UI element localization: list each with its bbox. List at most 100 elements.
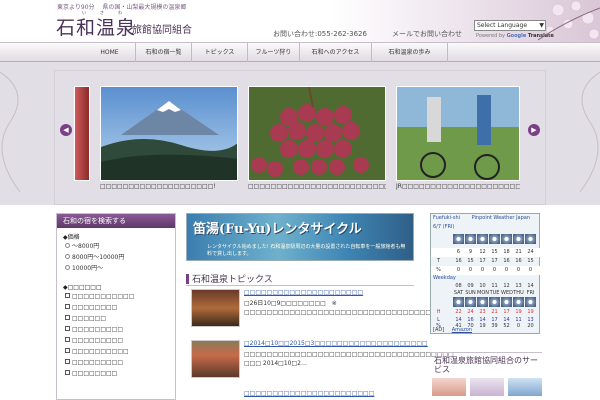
weather-sun-icon (477, 234, 488, 244)
hero-slide-grapes[interactable] (248, 86, 386, 181)
weather-sun-icon (465, 297, 476, 307)
weather-cell: 19 (479, 323, 486, 329)
google-logo: Google (506, 33, 527, 39)
weather-header: Fuefuki-shi Pinpoint Weather Japan (431, 214, 539, 223)
weather-cell: 9 (468, 249, 473, 255)
service-thumbnails[interactable] (432, 378, 542, 396)
checkbox-icon[interactable] (65, 337, 70, 342)
weather-sun-icon (477, 297, 488, 307)
weather-cell: 12 (479, 249, 486, 255)
weather-cell: 24 (527, 249, 534, 255)
rental-cycle-banner[interactable]: 笛湯(Fu-Yu)レンタサイクル レンタサイクル始めました! 石和温泉駅周辺の大… (186, 213, 414, 261)
hero-caption[interactable]: JR□□□□□□□□□□□□□□□□□□□□□ (396, 183, 520, 190)
topic-thumbnail[interactable] (191, 289, 240, 327)
hero-caption[interactable]: □□□□□□□□□□□□□□□□□□□□! (100, 183, 238, 190)
banner-text: レンタサイクル始めました! 石和温泉駅周辺の大量の設置された自転車を一般旅館者も… (207, 244, 406, 257)
nav-home[interactable]: HOME (84, 43, 136, 62)
radio-icon[interactable] (65, 243, 70, 248)
price-option[interactable]: 8000円～10000円 (57, 252, 175, 263)
checkbox-icon[interactable] (65, 293, 70, 298)
contact-phone: お問い合わせ:055-262-3626 (273, 30, 367, 38)
feature-option[interactable]: □□□□□□□□□ (57, 357, 175, 368)
price-heading: ◆価格 (63, 234, 80, 241)
price-option[interactable]: 10000円～ (57, 263, 175, 274)
amazon-link[interactable]: Amazon (452, 327, 472, 333)
weather-hours-row: 6 9 12 15 18 21 24 (431, 248, 541, 257)
nav-access[interactable]: 石和へのアクセス (300, 43, 372, 62)
topic-link[interactable]: □2014□10□□2015□3□□□□□□□□□□□□□□□□□□□□ (244, 340, 428, 347)
topic-item: □2014□10□□2015□3□□□□□□□□□□□□□□□□□□□□ □□□… (188, 340, 460, 382)
feature-option[interactable]: □□□□□□□□ (57, 302, 175, 313)
weather-sun-icon (501, 297, 512, 307)
weather-cell: 16 (455, 258, 462, 264)
feature-option[interactable]: □□□□□□□□□ (57, 335, 175, 346)
nav-topics[interactable]: トピックス (192, 43, 248, 62)
service-title: 石和温泉旅館協同組合のサービス (434, 356, 538, 374)
weather-cell: 6 (456, 249, 461, 255)
topic-thumbnail[interactable] (191, 340, 240, 378)
weather-sun-icon (525, 234, 536, 244)
service-section: 石和温泉旅館協同組合のサービス (430, 352, 542, 400)
site-logo[interactable]: 石和温泉 (56, 13, 136, 40)
feature-option[interactable]: □□□□□□ (57, 313, 175, 324)
weather-cell: 17 (479, 258, 486, 264)
hero-slide-cycling[interactable] (396, 86, 520, 181)
weather-cell: 0 (516, 323, 521, 329)
checkbox-icon[interactable] (65, 348, 70, 353)
topic-item: □□□□□□□□□□□□□□□□□□□□□□□ (188, 390, 416, 400)
contact-mail-link[interactable]: メールでお問い合わせ (392, 29, 462, 39)
topic-link[interactable]: □□□□□□□□□□□□□□□□□□□□□□□ (244, 390, 374, 397)
checkbox-icon[interactable] (65, 304, 70, 309)
topic-link[interactable]: □□□□□□□□□□□□□□□□□□□□□ (244, 289, 363, 296)
language-select[interactable]: Select Language ▼ (474, 20, 546, 31)
weather-cell: 15 (467, 258, 474, 264)
weather-location[interactable]: Fuefuki-shi (433, 215, 460, 221)
service-thumb[interactable] (432, 378, 466, 396)
feature-option[interactable]: □□□□□□□□ (57, 368, 175, 379)
nav-history[interactable]: 石和温泉の歩み (372, 43, 448, 62)
weather-cell: 52 (503, 323, 510, 329)
feature-option[interactable]: □□□□□□□□□□□ (57, 291, 175, 302)
checkbox-icon[interactable] (65, 326, 70, 331)
hero-slide-partial[interactable] (74, 86, 90, 181)
radio-icon[interactable] (65, 265, 70, 270)
weather-sun-icon (489, 297, 500, 307)
topics-section-title: 石和温泉トピックス (186, 272, 414, 286)
weather-date-row: 6/7 (FRI) (431, 223, 541, 232)
checkbox-icon[interactable] (65, 370, 70, 375)
weather-cell: 15 (527, 258, 534, 264)
hero-slide-mt-fuji[interactable] (100, 86, 238, 181)
weather-footer: [AD] Amazon (433, 327, 472, 333)
checkbox-icon[interactable] (65, 315, 70, 320)
service-thumb[interactable] (470, 378, 504, 396)
weather-row-label: T (436, 258, 441, 264)
feature-option[interactable]: □□□□□□□□□ (57, 324, 175, 335)
weather-title[interactable]: Pinpoint Weather Japan (472, 215, 530, 221)
price-option[interactable]: ～8000円 (57, 241, 175, 252)
weather-cell: 18 (503, 249, 510, 255)
weather-cell: 21 (515, 249, 522, 255)
weather-sun-icon (513, 234, 524, 244)
carousel-prev-button[interactable]: ◀ (60, 124, 72, 136)
carousel-next-button[interactable]: ▶ (528, 124, 540, 136)
weather-cell: 15 (491, 249, 498, 255)
weather-sun-icon (453, 297, 464, 307)
weather-sun-icon (465, 234, 476, 244)
weather-temp-row: T 16 15 17 17 16 16 15 (431, 257, 541, 266)
checkbox-icon[interactable] (65, 359, 70, 364)
feature-option[interactable]: □□□□□□□□□□ (57, 346, 175, 357)
topic-item: □□□□□□□□□□□□□□□□□□□□□ □26日10□9□□□□□□□□ ※… (188, 289, 516, 331)
nav-inn-list[interactable]: 石和の宿一覧 (136, 43, 192, 62)
nav-fruit-picking[interactable]: フルーツ狩り (248, 43, 300, 62)
hero-caption[interactable]: □□□□□□□□□□□□□□□□□□□□□□□□□□ (248, 183, 386, 190)
weather-day1: 6/7 (FRI) (433, 224, 455, 230)
language-select-value: Select Language (477, 22, 528, 29)
weather-sun-icon (501, 234, 512, 244)
weather-cell: 16 (503, 258, 510, 264)
site-logo-subtitle: 旅館協同組合 (132, 25, 192, 36)
weather-sun-icon (525, 297, 536, 307)
service-thumb[interactable] (508, 378, 542, 396)
radio-icon[interactable] (65, 254, 70, 259)
inn-search-title: 石和の宿を検索する (57, 214, 175, 228)
mt-fuji-image (101, 87, 237, 180)
